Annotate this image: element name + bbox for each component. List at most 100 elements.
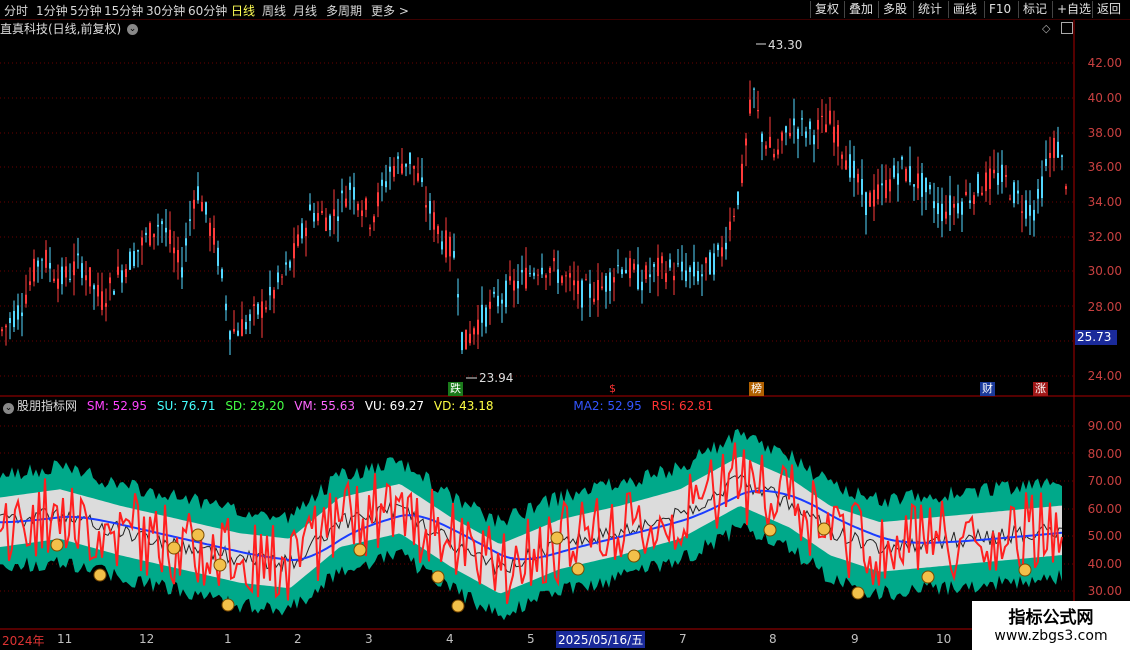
candle-body (529, 273, 531, 275)
candle-body (681, 261, 683, 272)
event-badge-drop[interactable]: 跌 (448, 382, 463, 396)
candle-body (613, 277, 615, 283)
candle-body (777, 149, 779, 155)
candle-body (845, 160, 847, 170)
signal-coin-icon (921, 570, 935, 584)
candle-body (381, 179, 383, 186)
event-badge-ranking[interactable]: 榜 (749, 382, 764, 396)
candle-body (225, 303, 227, 311)
event-badge-money[interactable]: $ (607, 382, 618, 396)
candle-body (133, 251, 135, 267)
event-badge-finance[interactable]: 财 (980, 382, 995, 396)
candle-body (273, 289, 275, 299)
candle-body (661, 256, 663, 264)
candle-body (1057, 141, 1059, 158)
candle-body (205, 202, 207, 215)
candle-body (493, 291, 495, 294)
candle-body (41, 259, 43, 261)
price-tick: 32.00 (1087, 230, 1122, 244)
signal-coin-icon (50, 538, 64, 552)
indicator-header: ⌄ 股朋指标网 SM: 52.95 SU: 76.71 SD: 29.20 VM:… (0, 397, 719, 414)
candle-body (881, 183, 883, 186)
candle-body (733, 215, 735, 217)
candle-body (1025, 200, 1027, 219)
candle-body (629, 258, 631, 279)
candle-body (345, 198, 347, 207)
candle-body (625, 269, 627, 274)
candle-body (501, 299, 503, 304)
candle-body (605, 275, 607, 292)
candle-body (169, 229, 171, 244)
candle-body (337, 216, 339, 221)
candle-body (265, 307, 267, 310)
candle-body (385, 181, 387, 188)
signal-coin-icon (431, 570, 445, 584)
watermark-logo: 指标公式网 www.zbgs3.com (972, 601, 1130, 650)
stock-chart[interactable] (0, 0, 1130, 650)
candle-body (461, 332, 463, 351)
candle-body (949, 195, 951, 216)
candle-body (141, 237, 143, 246)
chevron-down-icon[interactable]: ⌄ (3, 403, 14, 414)
indicator-tick: 30.00 (1087, 584, 1122, 598)
candle-body (721, 247, 723, 257)
candle-body (517, 281, 519, 289)
candle-body (421, 177, 423, 183)
candle-body (805, 131, 807, 138)
candle-body (121, 270, 123, 283)
candle-body (837, 124, 839, 147)
candle-body (209, 222, 211, 236)
candle-body (333, 209, 335, 216)
candle-body (457, 294, 459, 298)
indicator-tick: 40.00 (1087, 557, 1122, 571)
signal-coin-icon (191, 528, 205, 542)
candle-body (689, 267, 691, 272)
price-tick: 24.00 (1087, 369, 1122, 383)
price-tick: 40.00 (1087, 91, 1122, 105)
candle-body (809, 121, 811, 130)
candle-body (997, 173, 999, 185)
candle-body (753, 88, 755, 90)
candle-body (637, 264, 639, 290)
candle-body (509, 276, 511, 281)
candle-body (649, 274, 651, 278)
candle-body (157, 224, 159, 227)
candle-body (49, 262, 51, 269)
candle-body (173, 247, 175, 254)
candle-body (901, 156, 903, 160)
time-label: 10 (936, 632, 952, 646)
candle-body (301, 223, 303, 239)
candle-body (525, 267, 527, 289)
candle-body (201, 202, 203, 212)
candle-body (129, 251, 131, 270)
candle-body (969, 200, 971, 204)
signal-coin-icon (550, 531, 564, 545)
candle-body (5, 325, 7, 328)
candle-body (505, 280, 507, 307)
candle-body (589, 283, 591, 298)
candle-body (909, 166, 911, 183)
candle-body (189, 219, 191, 221)
candle-body (321, 210, 323, 214)
candle-body (553, 258, 555, 262)
candle-body (705, 257, 707, 264)
event-badge-rise[interactable]: 涨 (1033, 382, 1048, 396)
candle-body (597, 279, 599, 301)
candle-body (669, 259, 671, 268)
candle-body (377, 192, 379, 207)
candle-body (469, 333, 471, 344)
candle-body (93, 285, 95, 290)
candle-body (853, 160, 855, 178)
candle-body (397, 156, 399, 159)
candle-body (241, 319, 243, 336)
candle-body (409, 152, 411, 164)
candle-body (65, 266, 67, 278)
candle-body (921, 173, 923, 197)
time-label: 11 (57, 632, 73, 646)
candle-body (329, 215, 331, 231)
candle-body (905, 168, 907, 182)
candle-body (1013, 182, 1015, 204)
candle-body (297, 234, 299, 246)
indicator-tick: 90.00 (1087, 419, 1122, 433)
price-tick: 34.00 (1087, 195, 1122, 209)
